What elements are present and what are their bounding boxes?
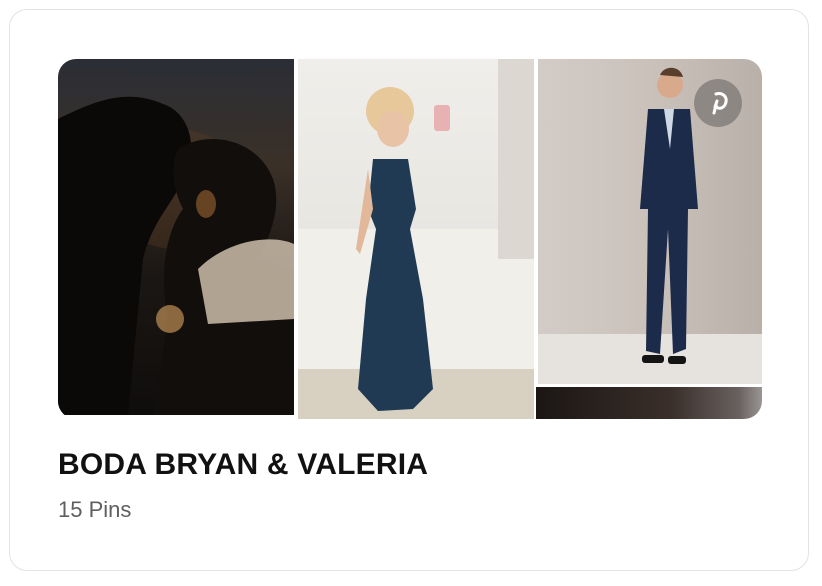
board-collage[interactable]	[58, 59, 762, 419]
pinterest-save-button[interactable]	[694, 79, 742, 127]
pin-count: 15 Pins	[58, 497, 132, 522]
partial-dark-photo[interactable]	[536, 387, 762, 419]
board-title[interactable]: BODA BRYAN & VALERIA	[58, 448, 428, 482]
couple-silhouette-photo[interactable]	[58, 59, 294, 415]
navy-satin-dress-photo[interactable]	[298, 59, 534, 419]
pinterest-logo-icon	[712, 92, 728, 115]
